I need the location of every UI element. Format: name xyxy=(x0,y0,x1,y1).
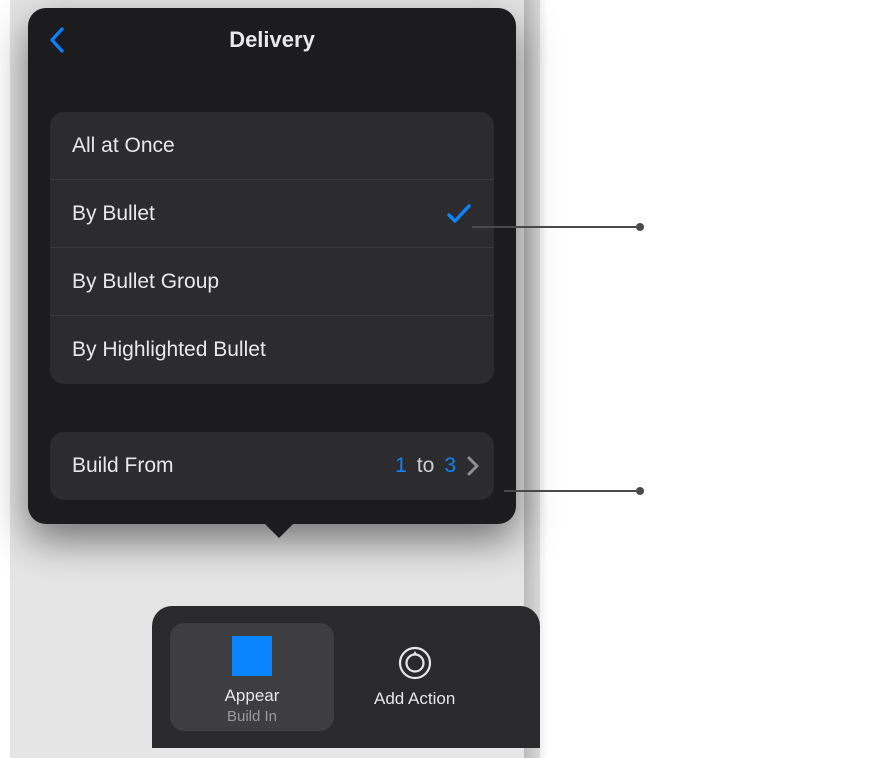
build-from-start: 1 xyxy=(395,454,407,478)
chevron-right-icon xyxy=(466,455,480,477)
callout-end-dot xyxy=(636,487,644,495)
checkmark-icon xyxy=(446,201,472,227)
add-action-icon xyxy=(397,645,433,681)
add-action-button[interactable]: Add Action xyxy=(374,645,455,709)
option-label: By Bullet xyxy=(72,202,155,226)
effect-subtitle: Build In xyxy=(227,708,277,725)
delivery-options-list: All at Once By Bullet By Bullet Group By… xyxy=(50,112,494,384)
option-label: All at Once xyxy=(72,134,175,158)
build-from-range: 1 to 3 xyxy=(395,454,456,478)
delivery-option-by-highlighted-bullet[interactable]: By Highlighted Bullet xyxy=(50,316,494,384)
build-from-row[interactable]: Build From 1 to 3 xyxy=(50,432,494,500)
build-from-label: Build From xyxy=(72,454,395,478)
effect-preview-swatch xyxy=(232,636,272,676)
delivery-option-by-bullet-group[interactable]: By Bullet Group xyxy=(50,248,494,316)
callout-line xyxy=(504,490,640,492)
option-label: By Highlighted Bullet xyxy=(72,338,266,362)
effect-title: Appear xyxy=(225,686,280,706)
delivery-option-all-at-once[interactable]: All at Once xyxy=(50,112,494,180)
chevron-left-icon xyxy=(48,26,66,54)
build-from-end: 3 xyxy=(444,454,456,478)
popover-title: Delivery xyxy=(229,27,315,53)
build-order-bar: Appear Build In Add Action xyxy=(152,606,540,748)
build-from-group: Build From 1 to 3 xyxy=(50,432,494,500)
callout-line xyxy=(472,226,640,228)
back-button[interactable] xyxy=(48,26,66,54)
delivery-option-by-bullet[interactable]: By Bullet xyxy=(50,180,494,248)
delivery-popover: Delivery All at Once By Bullet By Bullet… xyxy=(28,8,516,524)
option-label: By Bullet Group xyxy=(72,270,219,294)
popover-header: Delivery xyxy=(28,8,516,72)
callout-end-dot xyxy=(636,223,644,231)
add-action-label: Add Action xyxy=(374,689,455,709)
build-from-to-word: to xyxy=(417,454,435,478)
effect-card-appear[interactable]: Appear Build In xyxy=(170,623,334,731)
